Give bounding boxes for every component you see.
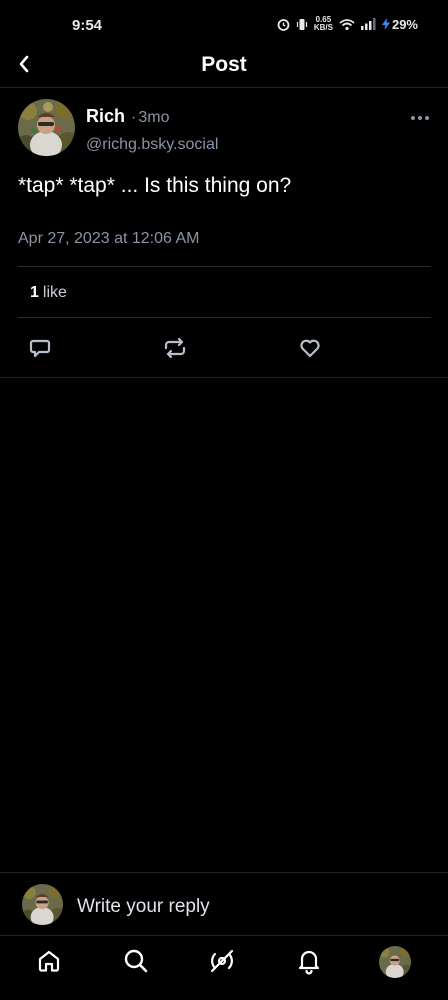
likes-label: like <box>42 284 67 301</box>
relative-time: 3mo <box>138 109 170 126</box>
avatar-photo <box>22 884 63 925</box>
reply-input[interactable]: Write your reply <box>77 896 210 918</box>
author-handle[interactable]: @richg.bsky.social <box>86 136 218 154</box>
likes-count: 1 <box>30 284 39 301</box>
signal-icon <box>360 18 376 30</box>
divider <box>18 317 431 318</box>
page-title: Post <box>201 53 247 76</box>
bottom-tab-bar <box>0 936 448 1000</box>
tab-feeds[interactable] <box>207 946 237 976</box>
reply-button[interactable] <box>28 336 52 360</box>
post-actions <box>0 336 448 360</box>
wifi-icon <box>339 18 355 30</box>
avatar-photo <box>379 946 411 978</box>
author-avatar[interactable] <box>18 99 75 156</box>
search-icon <box>124 949 148 973</box>
repost-button[interactable] <box>163 336 187 360</box>
home-icon <box>38 950 60 972</box>
my-avatar <box>22 884 63 925</box>
post-text: *tap* *tap* ... Is this thing on? <box>18 174 292 197</box>
network-speed-unit: KB/S <box>313 23 333 32</box>
author-name[interactable]: Rich <box>86 106 125 127</box>
avatar-photo <box>18 99 75 156</box>
comment-icon <box>29 339 51 358</box>
battery-percent: 29% <box>391 16 418 32</box>
reply-composer-bar[interactable]: Write your reply <box>0 872 448 936</box>
vibrate-icon <box>296 18 307 30</box>
tab-profile[interactable] <box>379 946 411 978</box>
status-time: 9:54 <box>72 17 103 34</box>
more-horizontal-icon <box>411 116 429 120</box>
bell-icon <box>298 950 320 975</box>
divider <box>18 266 431 267</box>
tab-search[interactable] <box>121 946 151 976</box>
likes-stat[interactable]: 1 like <box>30 284 67 302</box>
heart-icon <box>300 339 320 358</box>
status-bar: 9:54 0.65 KB/S 29% <box>0 0 448 52</box>
feeds-icon <box>210 949 234 973</box>
more-options-button[interactable] <box>410 110 430 120</box>
post-thread-item: Rich · 3mo @richg.bsky.social *tap* *tap… <box>0 88 448 378</box>
author-line: Rich · 3mo <box>86 106 169 127</box>
tab-notifications[interactable] <box>294 946 324 976</box>
post-timestamp: Apr 27, 2023 at 12:06 AM <box>18 230 200 247</box>
meta-separator: · <box>131 109 137 126</box>
tab-home[interactable] <box>34 946 64 976</box>
charging-icon <box>381 18 390 30</box>
status-indicators: 0.65 KB/S 29% <box>277 16 418 32</box>
alarm-icon <box>277 18 290 31</box>
repost-icon <box>164 337 186 359</box>
like-button[interactable] <box>298 336 322 360</box>
battery-indicator: 29% <box>381 16 418 32</box>
network-speed: 0.65 KB/S <box>314 16 333 32</box>
top-bar: Post <box>0 52 448 88</box>
